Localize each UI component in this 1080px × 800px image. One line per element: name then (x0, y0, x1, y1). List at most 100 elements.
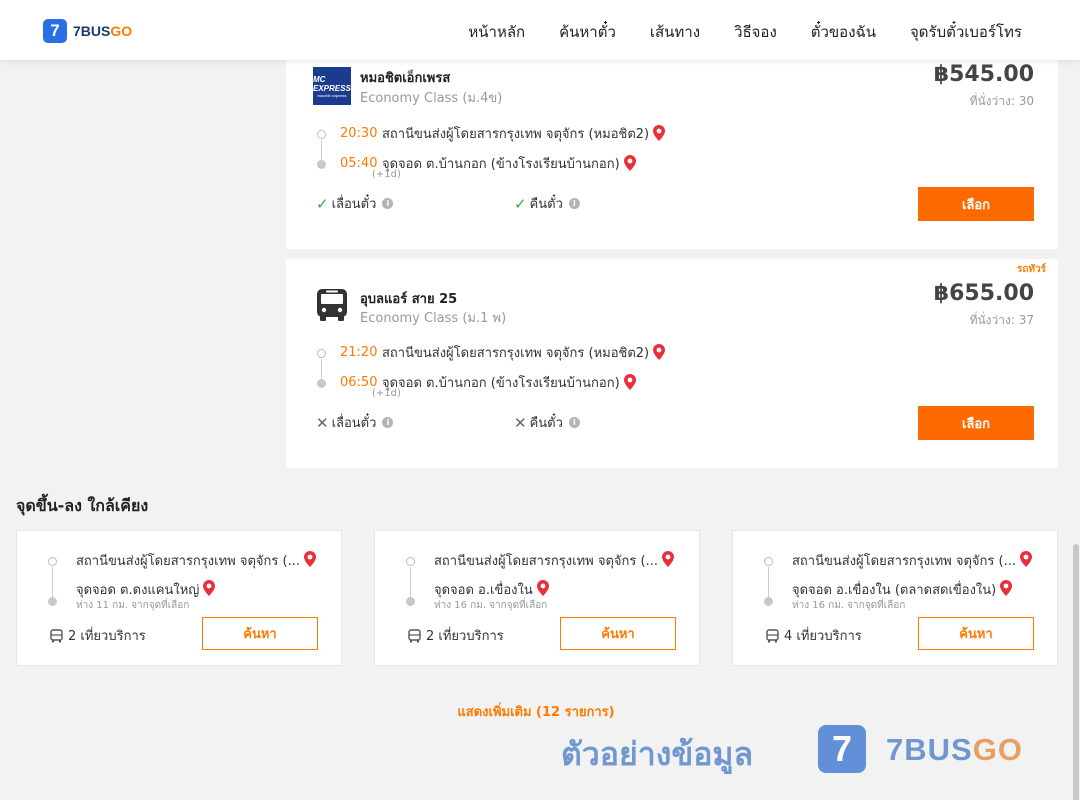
map-pin-icon[interactable] (653, 344, 666, 360)
top-header: 7 7BUSGO หน้าหลัก ค้นหาตั๋ว เส้นทาง วิธี… (0, 0, 1080, 60)
nearby-to: จุดจอด อ.เขื่องใน (434, 579, 549, 600)
end-dot-icon (48, 597, 57, 606)
nav-my-tickets[interactable]: ตั๋วของฉัน (811, 20, 876, 44)
nav-search-tickets[interactable]: ค้นหาตั๋ว (559, 20, 616, 44)
end-dot-icon (317, 379, 326, 388)
bus-icon (408, 628, 421, 642)
nearby-from: สถานีขนส่งผู้โดยสารกรุงเทพ จตุจักร (... (792, 550, 1032, 571)
page-scrollbar[interactable] (1072, 60, 1080, 800)
scrollbar-thumb[interactable] (1073, 544, 1079, 800)
trip-tag: รถทัวร์ (1016, 264, 1046, 275)
nav-ticket-pickup[interactable]: จุดรับตั๋วเบอร์โทร (910, 20, 1022, 44)
seats-available: ที่นั่งว่าง: 37 (969, 313, 1034, 327)
change-ticket-policy: ✕ เลื่อนตั๋ว i (316, 412, 394, 433)
map-pin-icon[interactable] (1000, 580, 1013, 596)
nearby-from: สถานีขนส่งผู้โดยสารกรุงเทพ จตุจักร (... (434, 550, 674, 571)
departure-stop: 20:30 สถานีขนส่งผู้โดยสารกรุงเทพ จตุจักร… (316, 118, 876, 160)
check-icon: ✓ (316, 194, 329, 213)
map-pin-icon[interactable] (653, 125, 666, 141)
timeline-line (410, 567, 411, 599)
main-nav: หน้าหลัก ค้นหาตั๋ว เส้นทาง วิธีจอง ตั๋วข… (468, 20, 1022, 44)
seat-class: Economy Class (ม.1 พ) (360, 311, 507, 326)
arrival-place: จุดจอด ต.บ้านกอก (ข้างโรงเรียนบ้านกอก) (382, 156, 620, 172)
map-pin-icon[interactable] (623, 155, 636, 171)
select-trip-button[interactable]: เลือก (918, 187, 1034, 221)
end-dot-icon (317, 160, 326, 169)
refund-ticket-label: คืนตั๋ว (529, 416, 563, 431)
nearby-distance: ห่าง 11 กม. จากจุดที่เลือก (76, 600, 190, 611)
operator-name: หมอชิตเอ็กเพรส (360, 71, 451, 86)
nearby-card: สถานีขนส่งผู้โดยสารกรุงเทพ จตุจักร (... … (732, 530, 1058, 666)
change-ticket-label: เลื่อนตั๋ว (331, 197, 377, 212)
map-pin-icon[interactable] (536, 580, 549, 596)
timeline-line (52, 567, 53, 599)
cross-icon: ✕ (316, 413, 329, 432)
arrival-place: จุดจอด ต.บ้านกอก (ข้างโรงเรียนบ้านกอก) (382, 375, 620, 391)
nav-routes[interactable]: เส้นทาง (650, 20, 700, 44)
timeline-line (768, 567, 769, 599)
info-icon[interactable]: i (568, 198, 580, 209)
nearby-distance: ห่าง 16 กม. จากจุดที่เลือก (434, 600, 548, 611)
map-pin-icon[interactable] (1019, 551, 1032, 567)
info-icon[interactable]: i (382, 417, 394, 428)
cross-icon: ✕ (514, 413, 527, 432)
route-timeline: 20:30 สถานีขนส่งผู้โดยสารกรุงเทพ จตุจักร… (316, 118, 876, 180)
operator-logo: MC EXPRESS mochit express (313, 67, 351, 105)
select-trip-button[interactable]: เลือก (918, 406, 1034, 440)
seats-available: ที่นั่งว่าง: 30 (969, 94, 1034, 108)
departure-stop: 21:20 สถานีขนส่งผู้โดยสารกรุงเทพ จตุจักร… (316, 337, 876, 379)
map-pin-icon[interactable] (303, 551, 316, 567)
departure-place: สถานีขนส่งผู้โดยสารกรุงเทพ จตุจักร (หมอช… (382, 126, 650, 142)
bus-icon (766, 628, 779, 642)
change-ticket-label: เลื่อนตั๋ว (331, 416, 377, 431)
site-logo[interactable]: 7 7BUSGO (43, 19, 132, 43)
nearby-stops-title: จุดขึ้น-ลง ใกล้เคียง (16, 496, 149, 515)
start-dot-icon (317, 349, 326, 358)
nearby-trip-count: 4 เที่ยวบริการ (766, 625, 862, 646)
start-dot-icon (48, 557, 57, 566)
refund-ticket-policy: ✓ คืนตั๋ว i (514, 193, 580, 214)
ticket-price: ฿545.00 (933, 62, 1034, 87)
nav-home[interactable]: หน้าหลัก (468, 20, 525, 44)
info-icon[interactable]: i (568, 417, 580, 428)
nearby-card: สถานีขนส่งผู้โดยสารกรุงเทพ จตุจักร (... … (374, 530, 700, 666)
map-pin-icon[interactable] (623, 374, 636, 390)
end-dot-icon (764, 597, 773, 606)
start-dot-icon (764, 557, 773, 566)
departure-place: สถานีขนส่งผู้โดยสารกรุงเทพ จตุจักร (หมอช… (382, 345, 650, 361)
trip-card: รถทัวร์ อุบลแอร์ สาย 25 Economy Class (ม… (286, 259, 1058, 468)
operator-name: อุบลแอร์ สาย 25 (360, 292, 458, 307)
bus-icon (313, 286, 351, 324)
nearby-search-button[interactable]: ค้นหา (560, 617, 676, 650)
nearby-search-button[interactable]: ค้นหา (918, 617, 1034, 650)
nav-how-to-book[interactable]: วิธีจอง (734, 20, 777, 44)
logo-badge: 7 (43, 19, 67, 43)
end-dot-icon (406, 597, 415, 606)
nearby-from: สถานีขนส่งผู้โดยสารกรุงเทพ จตุจักร (... (76, 550, 316, 571)
info-icon[interactable]: i (382, 198, 394, 209)
nearby-trip-count: 2 เที่ยวบริการ (50, 625, 146, 646)
map-pin-icon[interactable] (661, 551, 674, 567)
refund-ticket-policy: ✕ คืนตั๋ว i (514, 412, 580, 433)
watermark-logo: 7BUSGO (886, 732, 1023, 767)
check-icon: ✓ (514, 194, 527, 213)
route-timeline: 21:20 สถานีขนส่งผู้โดยสารกรุงเทพ จตุจักร… (316, 337, 876, 399)
refund-ticket-label: คืนตั๋ว (529, 197, 563, 212)
start-dot-icon (406, 557, 415, 566)
ticket-price: ฿655.00 (933, 281, 1034, 306)
start-dot-icon (317, 130, 326, 139)
map-pin-icon[interactable] (203, 580, 216, 596)
watermark-text: ตัวอย่างข้อมูล (561, 735, 754, 773)
trip-card: MC EXPRESS mochit express หมอชิตเอ็กเพรส… (286, 60, 1058, 249)
logo-text: 7BUSGO (73, 23, 133, 39)
nearby-search-button[interactable]: ค้นหา (202, 617, 318, 650)
nearby-trip-count: 2 เที่ยวบริการ (408, 625, 504, 646)
next-day-indicator: (+1d) (372, 169, 401, 180)
seat-class: Economy Class (ม.4ข) (360, 91, 503, 106)
departure-time: 21:20 (340, 344, 378, 360)
nearby-to: จุดจอด อ.เขื่องใน (ตลาดสดเขื่องใน) (792, 579, 1013, 600)
bus-icon (50, 628, 63, 642)
nearby-to: จุดจอด ต.ดงแคนใหญ่ (76, 579, 216, 600)
watermark-logo-badge: 7 (818, 725, 866, 773)
show-more-link[interactable]: แสดงเพิ่มเติม (12 รายการ) (0, 701, 1072, 722)
